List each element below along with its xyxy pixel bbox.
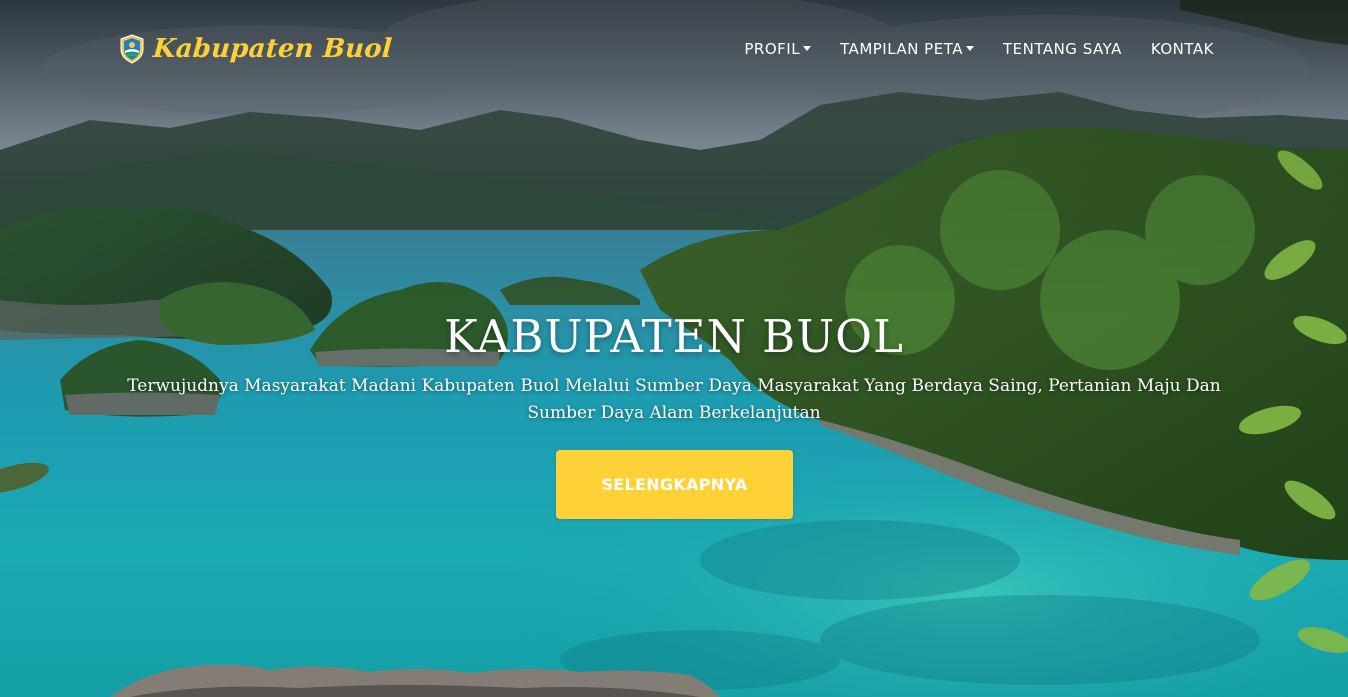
- main-nav: PROFIL TAMPILAN PETA TENTANG SAYA KONTAK: [744, 40, 1214, 58]
- nav-item-label: TENTANG SAYA: [1002, 40, 1122, 58]
- brand-text: Kabupaten Buol: [151, 34, 394, 64]
- hero-section: Kabupaten Buol PROFIL TAMPILAN PETA TENT…: [0, 0, 1348, 697]
- nav-item-label: TAMPILAN PETA: [840, 40, 963, 58]
- nav-item-profil[interactable]: PROFIL: [744, 40, 812, 58]
- caret-down-icon: [965, 45, 974, 51]
- hero-title: KABUPATEN BUOL: [444, 310, 904, 363]
- nav-item-tampilan-peta[interactable]: TAMPILAN PETA: [840, 40, 974, 58]
- selengkapnya-button[interactable]: SELENGKAPNYA: [556, 450, 793, 519]
- nav-item-label: PROFIL: [744, 40, 801, 58]
- nav-item-tentang-saya[interactable]: TENTANG SAYA: [1003, 40, 1122, 58]
- nav-item-kontak[interactable]: KONTAK: [1151, 40, 1214, 58]
- kabupaten-buol-emblem-icon: [120, 34, 144, 64]
- hero-subtitle: Terwujudnya Masyarakat Madani Kabupaten …: [127, 376, 1221, 423]
- caret-down-icon: [803, 45, 812, 51]
- nav-item-label: KONTAK: [1150, 40, 1214, 58]
- top-navbar: Kabupaten Buol PROFIL TAMPILAN PETA TENT…: [0, 0, 1348, 100]
- brand-link[interactable]: Kabupaten Buol: [119, 34, 394, 64]
